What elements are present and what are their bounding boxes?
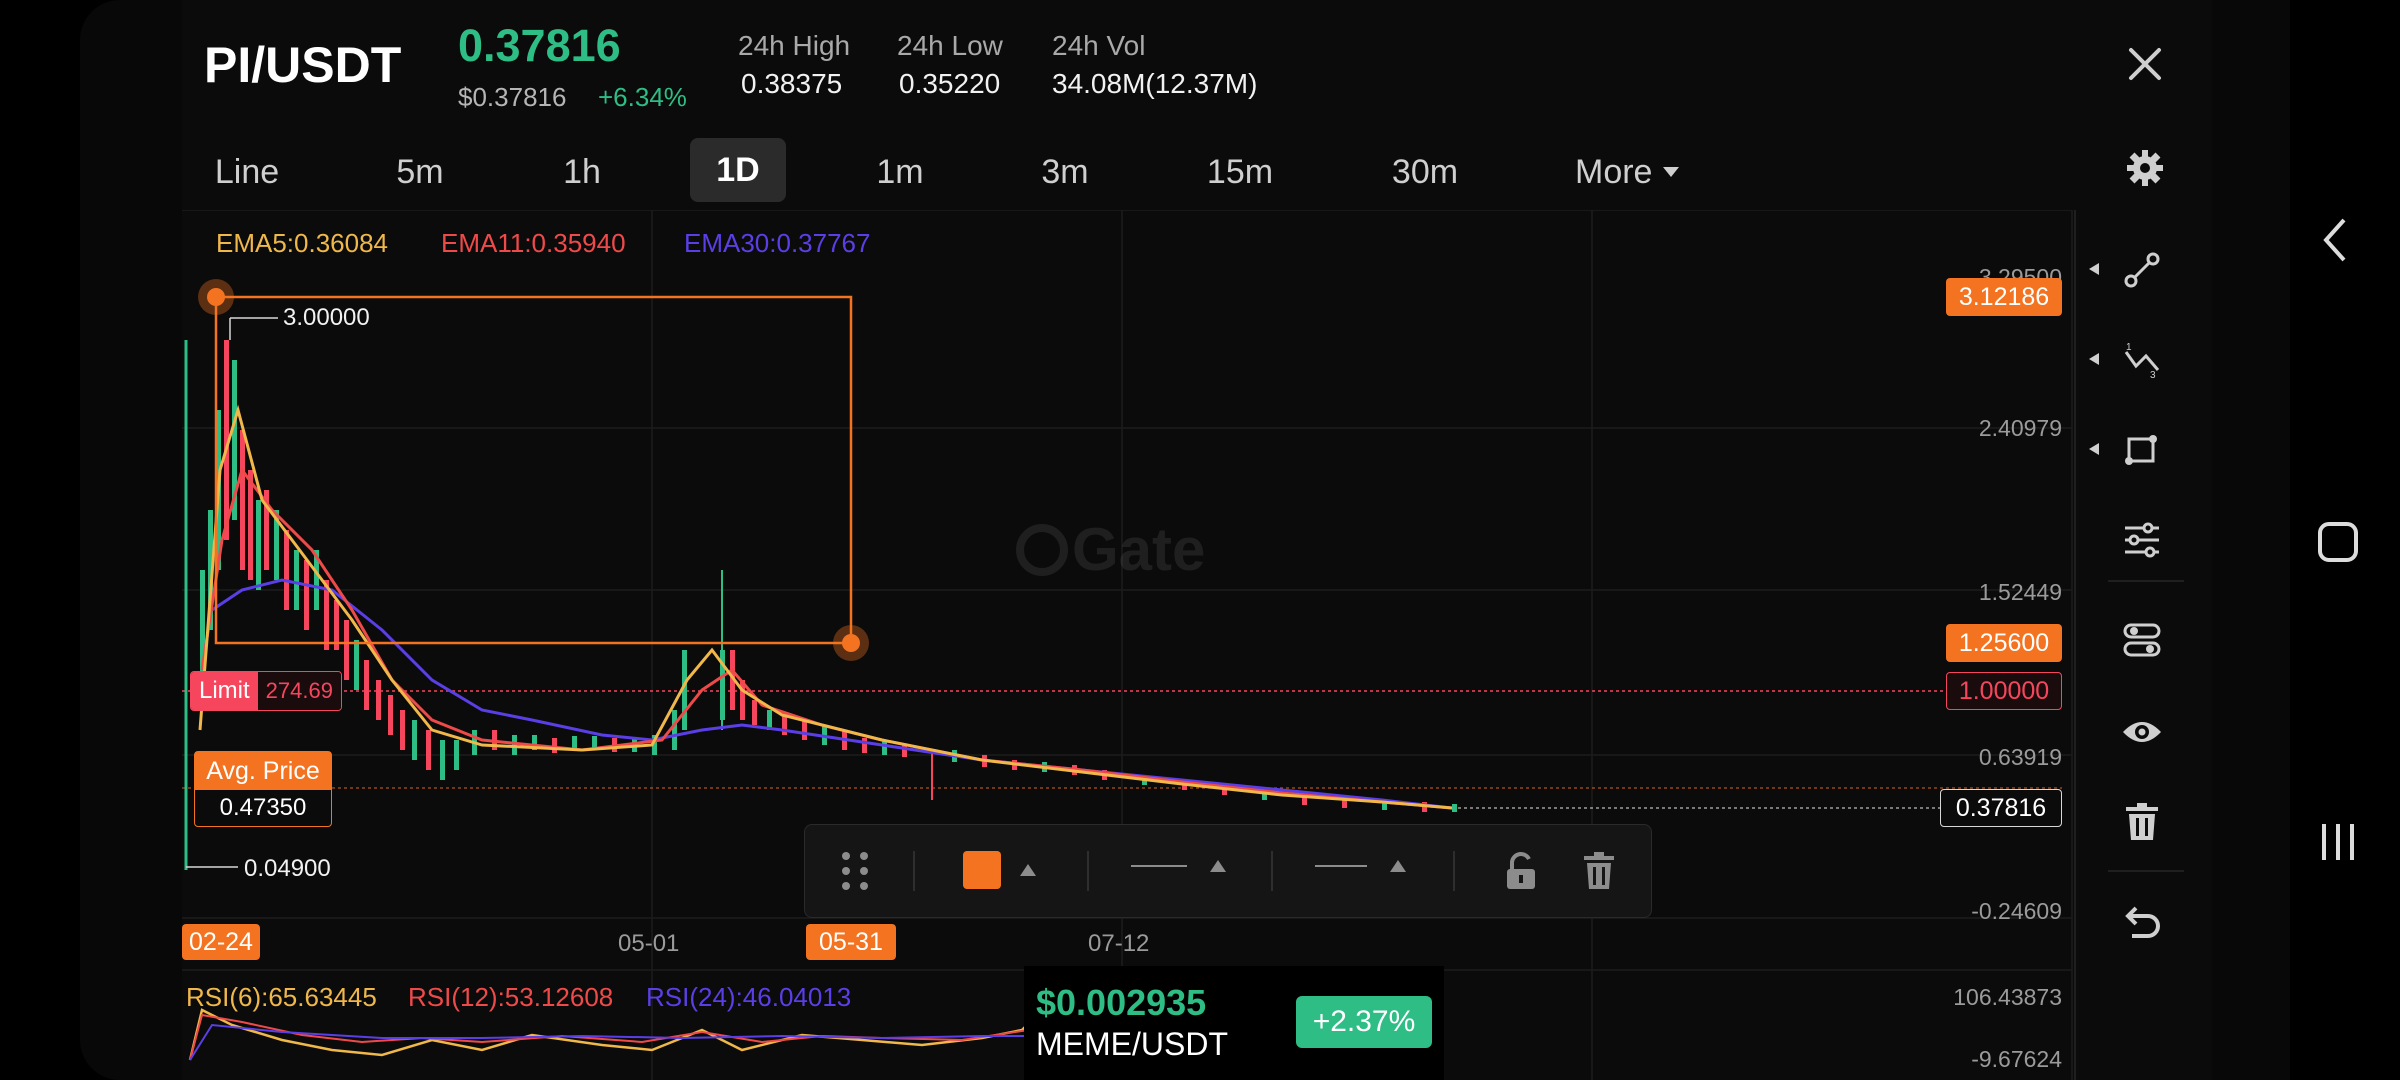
stat-vol-value: 34.08M(12.37M) [1052,68,1258,99]
x-tick-3: 07-12 [1088,930,1150,957]
high-annotation: 3.00000 [283,304,370,331]
avg-price-tag: Avg. Price 0.47350 [194,751,332,827]
limit-label: Limit [191,672,258,710]
x-tick-cursor: 05-31 [806,924,896,960]
limit-order-tag[interactable]: Limit 274.69 [190,671,342,711]
ema5-legend: EMA5:0.36084 [216,228,389,258]
settings-gear-icon[interactable] [2115,138,2175,198]
price-change: +6.34% [598,82,687,112]
more-label: More [1575,153,1653,191]
tab-1h[interactable]: 1h [542,142,622,202]
trash-icon[interactable] [2112,792,2172,852]
x-tick-start: 02-24 [182,924,260,960]
limit-value: 274.69 [257,672,341,710]
fibonacci-tool-icon[interactable]: 13 [2112,330,2172,390]
recents-nav-icon[interactable] [2310,812,2366,872]
color-swatch [963,851,1001,889]
tab-line[interactable]: Line [202,142,292,202]
last-price-tag: 0.37816 [1940,789,2062,827]
stat-low-label: 24h Low [897,30,1003,61]
caret-up-icon [1210,860,1226,872]
ema11-legend: EMA11:0.35940 [441,228,626,258]
y-tick-3: 0.63919 [1978,744,2062,770]
tab-1m[interactable]: 1m [860,142,940,202]
tab-30m[interactable]: 30m [1380,142,1470,202]
expand-caret-icon [2089,353,2099,365]
tab-15m[interactable]: 15m [1195,142,1285,202]
home-nav-icon[interactable] [2310,512,2366,572]
drawing-toolbar [804,824,1652,918]
stat-high-value: 0.38375 [741,68,843,99]
y-tick-1: 2.40979 [1978,415,2062,441]
shape-tool-icon[interactable] [2112,420,2172,480]
floating-ticker[interactable]: $0.002935 MEME/USDT +2.37% [1024,966,1444,1080]
expand-caret-icon [2089,263,2099,275]
stat-high-label: 24h High [738,30,851,61]
ema30-line [211,578,1453,810]
eye-icon[interactable] [2112,702,2172,762]
continuous-draw-icon[interactable] [2112,610,2172,670]
stat-low-value: 0.35220 [899,68,1001,99]
back-nav-icon[interactable] [2310,210,2360,270]
undo-icon[interactable] [2112,892,2172,952]
watermark-text: Gate [1072,516,1205,583]
limit-price-tag: 1.00000 [1946,672,2062,710]
low-annotation: 0.04900 [244,855,331,882]
unlock-icon[interactable] [1491,841,1551,901]
ticker-pair: MEME/USDT [1036,1026,1228,1062]
ema5-line [198,404,1453,810]
trendline-tool-icon[interactable] [2112,240,2172,300]
line-width-picker[interactable] [1131,859,1227,873]
gate-watermark: Gate [1016,516,1205,583]
avg-price-label: Avg. Price [195,752,331,790]
y-tick-2: 1.52449 [1978,579,2062,605]
caret-up-icon [1020,864,1036,876]
svg-text:1: 1 [2126,342,2132,353]
expand-caret-icon [2089,443,2099,455]
caret-down-icon [1663,167,1680,177]
rsi24-legend: RSI(24):46.04013 [646,982,852,1012]
ticker-price: $0.002935 [1036,982,1207,1023]
tab-3m[interactable]: 3m [1025,142,1105,202]
x-tick-1: 05-01 [618,930,680,957]
svg-text:3: 3 [2150,370,2156,380]
indicator-settings-icon[interactable] [2112,510,2172,570]
rsi-top-tick: 106.43873 [1953,984,2062,1010]
tab-1d[interactable]: 1D [690,138,786,202]
line-style-icon [1315,865,1367,867]
ticker-change-badge: +2.37% [1296,996,1432,1048]
pair-title: PI/USDT [204,37,402,93]
delete-drawing-icon[interactable] [1569,841,1629,901]
more-dropdown[interactable]: More [1575,142,1680,202]
close-icon[interactable] [2115,34,2175,94]
rsi12-legend: RSI(12):53.12608 [408,982,614,1012]
rsi-bottom-tick: -9.67624 [1971,1046,2062,1072]
ema30-legend: EMA30:0.37767 [684,228,871,258]
usd-price: $0.37816 [458,82,567,112]
line-style-picker[interactable] [1315,859,1407,873]
color-picker[interactable] [963,851,1037,889]
last-price: 0.37816 [458,20,621,71]
avg-price-value: 0.47350 [219,794,307,821]
caret-up-icon [1390,860,1406,872]
y-tick-4: -0.24609 [1971,898,2062,924]
tab-5m[interactable]: 5m [380,142,460,202]
rsi6-legend: RSI(6):65.63445 [186,982,377,1012]
drag-handle-icon[interactable] [825,841,885,901]
drawing-bottom-price-tag: 1.25600 [1946,624,2062,662]
stat-vol-label: 24h Vol [1052,30,1146,61]
drawing-top-price-tag: 3.12186 [1946,278,2062,316]
line-width-icon [1131,865,1187,867]
